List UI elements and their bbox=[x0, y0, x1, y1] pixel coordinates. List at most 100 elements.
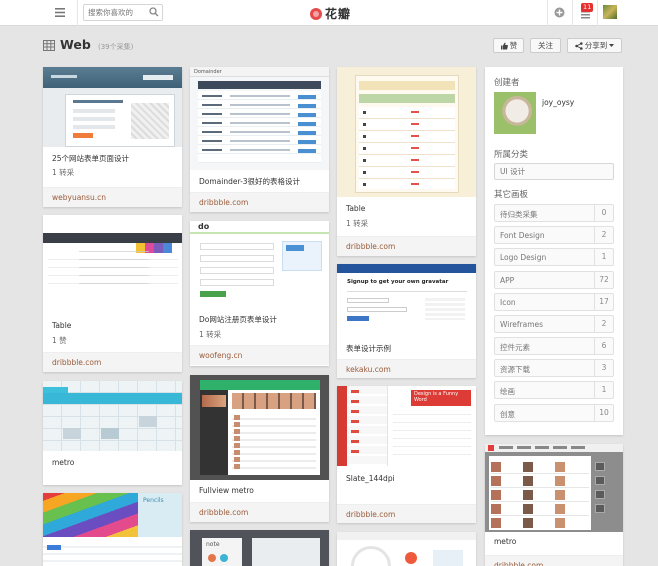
pin-image[interactable] bbox=[43, 215, 182, 295]
pin-image[interactable]: note bbox=[190, 530, 329, 566]
pin-source[interactable]: dribbble.com bbox=[190, 502, 329, 522]
pin-image[interactable] bbox=[485, 444, 623, 532]
pin-image[interactable] bbox=[337, 532, 476, 566]
pin-title[interactable]: metro bbox=[52, 458, 74, 467]
board-item[interactable]: 待归类采集 0 bbox=[494, 204, 614, 222]
pin-like-count: 1 赞 bbox=[52, 336, 67, 345]
pin-title[interactable]: metro bbox=[494, 537, 516, 546]
pin-source[interactable]: webyuansu.cn bbox=[43, 187, 182, 207]
search-input[interactable] bbox=[84, 5, 144, 20]
add-icon[interactable] bbox=[554, 7, 565, 18]
board-item[interactable]: 资源下载 3 bbox=[494, 359, 614, 377]
pin-image[interactable] bbox=[43, 381, 182, 451]
like-button[interactable]: 赞 bbox=[493, 38, 524, 53]
board-item[interactable]: 绘画 1 bbox=[494, 381, 614, 399]
like-label: 赞 bbox=[509, 41, 518, 50]
board-name: 创意 bbox=[500, 410, 515, 419]
pin-repin-count: 1 转采 bbox=[52, 168, 75, 177]
board-title: Web bbox=[60, 37, 91, 52]
menu-button[interactable] bbox=[47, 3, 73, 22]
chevron-down-icon bbox=[609, 43, 615, 47]
board-name: 控件元素 bbox=[500, 343, 530, 352]
board-info-sidebar: 创建者 joy_oysy 所属分类 UI 设计 其它画板 待归类采集 0 Font… bbox=[485, 67, 623, 435]
pin-image[interactable] bbox=[43, 67, 182, 147]
do-logo: do bbox=[198, 222, 210, 231]
board-name: Wireframes bbox=[500, 320, 544, 329]
board-header: Web (39个采集) 赞 关注 分享到 bbox=[43, 37, 623, 55]
pin-card[interactable]: Fullview metro dribbble.com bbox=[190, 375, 329, 522]
pin-image[interactable]: Design is a Funny Word bbox=[337, 386, 476, 466]
pin-title[interactable]: Table bbox=[346, 204, 365, 213]
divider bbox=[77, 0, 78, 26]
pin-image[interactable]: Pencils bbox=[43, 493, 182, 566]
note-label: note bbox=[206, 541, 220, 548]
board-name: APP bbox=[500, 276, 515, 285]
notification-badge[interactable]: 11 bbox=[581, 3, 594, 12]
menu-icon bbox=[55, 8, 65, 17]
pin-title[interactable]: Fullview metro bbox=[199, 486, 254, 495]
category-tag[interactable]: UI 设计 bbox=[494, 163, 614, 180]
pin-card[interactable]: Signup to get your own gravatar 表单设计示例 k… bbox=[337, 264, 476, 378]
pin-title[interactable]: Domainder-3很好的表格设计 bbox=[199, 176, 300, 187]
pin-source[interactable]: dribbble.com bbox=[190, 192, 329, 212]
site-logo[interactable]: 花瓣 bbox=[310, 5, 351, 22]
pin-image[interactable]: Domainder bbox=[190, 67, 329, 170]
search-box bbox=[83, 4, 163, 21]
creator-avatar[interactable] bbox=[494, 92, 536, 134]
pin-source[interactable]: dribbble.com bbox=[43, 352, 182, 372]
board-name: Logo Design bbox=[500, 253, 547, 262]
search-icon[interactable] bbox=[149, 7, 159, 17]
pin-source[interactable]: dribbble.com bbox=[337, 504, 476, 523]
divider bbox=[597, 0, 598, 26]
user-avatar[interactable] bbox=[603, 5, 617, 19]
pin-source[interactable]: dribbble.com bbox=[337, 236, 476, 256]
pin-title[interactable]: 25个网站表单页面设计 bbox=[52, 153, 129, 164]
board-count: 0 bbox=[594, 205, 613, 221]
board-item[interactable]: 控件元素 6 bbox=[494, 337, 614, 355]
board-count: 1 bbox=[594, 382, 613, 398]
pin-card[interactable]: metro bbox=[43, 381, 182, 485]
pin-image[interactable]: do bbox=[190, 221, 329, 301]
board-item[interactable]: Icon 17 bbox=[494, 293, 614, 311]
pin-card[interactable]: metro dribbble.com bbox=[485, 444, 623, 566]
pin-title[interactable]: Do网站注册页表单设计 bbox=[199, 314, 277, 325]
creator-label: 创建者 bbox=[494, 78, 520, 88]
pin-title[interactable]: 表单设计示例 bbox=[346, 343, 391, 354]
gravatar-heading: Signup to get your own gravatar bbox=[347, 279, 449, 285]
board-item[interactable]: 创意 10 bbox=[494, 404, 614, 422]
pin-image[interactable] bbox=[337, 67, 476, 197]
other-boards-label: 其它画板 bbox=[494, 190, 529, 200]
pin-card[interactable]: do Do网站注册页表单设计 1 转采 woofeng.cn bbox=[190, 221, 329, 366]
thumb-up-icon bbox=[500, 42, 508, 49]
divider bbox=[572, 0, 573, 26]
pin-image[interactable]: Signup to get your own gravatar bbox=[337, 264, 476, 336]
pin-image[interactable] bbox=[190, 375, 329, 480]
pin-card[interactable]: Table 1 赞 dribbble.com bbox=[43, 215, 182, 372]
pin-title[interactable]: Slate_144dpi bbox=[346, 474, 395, 483]
pin-card[interactable]: Design is a Funny Word Slate_144dpi drib… bbox=[337, 386, 476, 523]
board-item[interactable]: APP 72 bbox=[494, 271, 614, 289]
board-count: 2 bbox=[594, 316, 613, 332]
board-item[interactable]: Logo Design 1 bbox=[494, 248, 614, 266]
grid-icon bbox=[43, 40, 55, 51]
pin-repin-count: 1 转采 bbox=[199, 330, 222, 339]
pin-card[interactable]: note bbox=[190, 530, 329, 566]
pin-card[interactable]: Table 1 转采 dribbble.com bbox=[337, 67, 476, 256]
board-count: 2 bbox=[594, 227, 613, 243]
board-item[interactable]: Font Design 2 bbox=[494, 226, 614, 244]
pin-title[interactable]: Table bbox=[52, 321, 71, 330]
pin-source[interactable]: dribbble.com bbox=[485, 555, 623, 566]
pin-source[interactable]: kekaku.com bbox=[337, 359, 476, 378]
creator-username[interactable]: joy_oysy bbox=[542, 98, 574, 107]
pin-card[interactable]: 25个网站表单页面设计 1 转采 webyuansu.cn bbox=[43, 67, 182, 207]
pin-card[interactable]: Domainder Domainder-3很好的表格设计 dribbble.co… bbox=[190, 67, 329, 212]
pin-card[interactable]: Pencils bbox=[43, 493, 182, 566]
board-count: 3 bbox=[594, 360, 613, 376]
pin-source[interactable]: woofeng.cn bbox=[190, 345, 329, 365]
pin-card[interactable] bbox=[337, 532, 476, 566]
board-item[interactable]: Wireframes 2 bbox=[494, 315, 614, 333]
follow-button[interactable]: 关注 bbox=[530, 38, 561, 53]
share-label: 分享到 bbox=[584, 41, 608, 50]
divider bbox=[547, 0, 548, 26]
share-button[interactable]: 分享到 bbox=[567, 38, 622, 53]
